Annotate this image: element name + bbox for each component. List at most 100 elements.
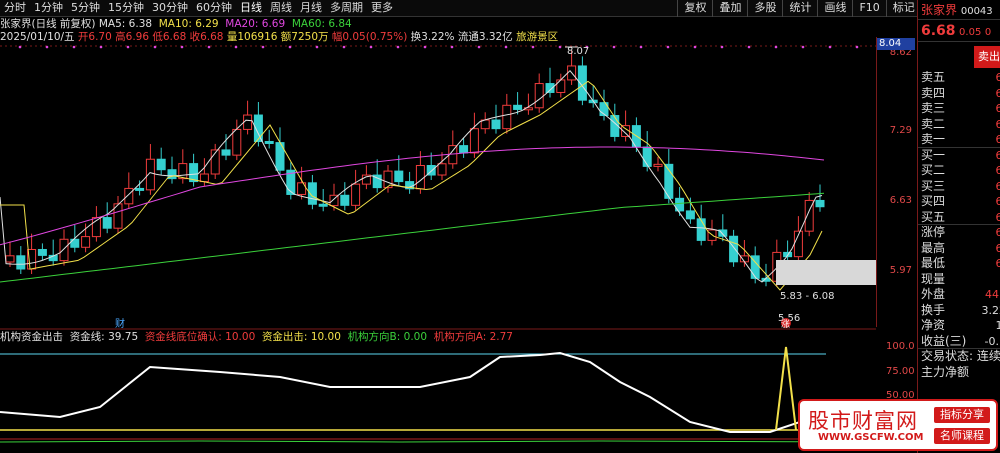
period-tab[interactable]: 60分钟 xyxy=(192,0,236,16)
period-tab[interactable]: 更多 xyxy=(367,0,397,16)
quote-row-label: 主力净额 xyxy=(921,364,970,379)
candle-body[interactable] xyxy=(124,187,134,205)
event-dot xyxy=(720,45,724,49)
event-dot xyxy=(801,45,805,49)
candle-body[interactable] xyxy=(243,114,253,130)
candle-body[interactable] xyxy=(513,104,523,110)
toolbar-button[interactable]: 叠加 xyxy=(712,0,747,17)
axis-label-4: 5.97 xyxy=(889,265,912,276)
candle-body[interactable] xyxy=(469,128,479,154)
quote-row-label: 交易状态: 连续 xyxy=(921,349,1000,363)
period-tab[interactable]: 多周期 xyxy=(326,0,367,16)
candle-body[interactable] xyxy=(340,194,350,206)
quote-row-value: 6. xyxy=(996,148,1000,164)
watermark-title: 股市财富网 xyxy=(808,409,918,433)
candle-body[interactable] xyxy=(729,235,739,263)
candle-body[interactable] xyxy=(394,170,404,183)
candle-body[interactable] xyxy=(815,199,825,208)
candle-body[interactable] xyxy=(534,83,544,109)
candle-body[interactable] xyxy=(59,238,69,262)
quote-row-label: 卖二 xyxy=(921,116,946,131)
period-toolbar: 分时 1分钟 5分钟 15分钟 30分钟 60分钟 日线 周线 月线 多周期 更多 复权 叠加 多股 统计… xyxy=(0,0,1000,17)
watermark-url: WWW.GSCFW.COM xyxy=(818,432,924,443)
period-tab[interactable]: 5分钟 xyxy=(67,0,104,16)
candle-body[interactable] xyxy=(351,183,361,206)
candle-body[interactable] xyxy=(199,173,209,183)
indicator-header: 机构资金出击 资金线: 39.75 资金线底位确认: 10.00 资金出击: 1… xyxy=(0,330,876,345)
candle-body[interactable] xyxy=(415,165,425,190)
candle-body[interactable] xyxy=(232,128,242,156)
candle-body[interactable] xyxy=(502,104,512,130)
ma60-value: MA60: 6.84 xyxy=(291,18,352,30)
candle-body[interactable] xyxy=(264,140,274,144)
candle-body[interactable] xyxy=(221,149,231,156)
event-dot xyxy=(639,45,643,49)
fund-line xyxy=(0,351,827,433)
event-dot xyxy=(558,45,562,49)
candle-body[interactable] xyxy=(459,145,469,154)
candle-body[interactable] xyxy=(102,217,112,229)
indicator-line4: 机构方向B: 0.00 xyxy=(347,331,428,343)
toolbar-button[interactable]: 复权 xyxy=(677,0,712,17)
candle-body[interactable] xyxy=(556,79,566,93)
ma5-line xyxy=(0,69,823,283)
quote-row-value: 6. xyxy=(996,70,1000,86)
period-tab[interactable]: 分时 xyxy=(0,0,30,16)
candle-body[interactable] xyxy=(16,255,26,270)
toolbar-button[interactable]: 多股 xyxy=(747,0,782,17)
kline-chart[interactable]: 8.07 5.83 - 6.08 5.56 财 涨 xyxy=(0,37,876,453)
toolbar-button[interactable]: 画线 xyxy=(817,0,852,17)
period-tab[interactable]: 日线 xyxy=(236,0,266,16)
event-dots xyxy=(18,45,859,49)
watermark-tag-1: 指标分享 xyxy=(934,407,990,423)
period-tab[interactable]: 30分钟 xyxy=(148,0,192,16)
limit-tag: 涨 xyxy=(781,319,790,330)
ind-axis-100: 100.0 xyxy=(886,341,915,352)
ma10-value: MA10: 6.29 xyxy=(158,18,219,30)
quote-row-label: 买一 xyxy=(921,147,946,162)
candle-body[interactable] xyxy=(5,255,15,263)
indicator-line3: 资金出击: 10.00 xyxy=(261,331,341,343)
candle-body[interactable] xyxy=(653,163,663,167)
event-tag[interactable]: 财 xyxy=(115,317,125,330)
quote-row: 现量1 xyxy=(918,272,1000,288)
candle-body[interactable] xyxy=(37,248,47,256)
high-mark-label: 8.07 xyxy=(567,46,589,57)
toolbar-button[interactable]: 标记 xyxy=(885,0,921,17)
candle-body[interactable] xyxy=(135,187,145,191)
period-tab[interactable]: 月线 xyxy=(296,0,326,16)
quote-row: 外盘 441 xyxy=(918,287,1000,303)
quote-row: 最低 6. xyxy=(918,256,1000,272)
sell-button[interactable]: 卖出 xyxy=(974,46,1000,68)
toolbar-button[interactable]: F10 xyxy=(852,0,885,17)
quote-row-value: 441 xyxy=(985,288,1000,301)
axis-label-2: 7.29 xyxy=(889,125,912,136)
event-dot xyxy=(99,45,103,49)
toolbar-button[interactable]: 统计 xyxy=(782,0,817,17)
quote-rows: 卖五 6. 卖四 6. 卖三 6. 卖二 6. 卖一 6. 买一 6. 买二 6. 买三 6. 买四 6. 买五 6.… xyxy=(918,70,1000,380)
quote-row: 主力净额 xyxy=(918,365,1000,381)
candle-body[interactable] xyxy=(178,163,188,180)
period-tab[interactable]: 15分钟 xyxy=(104,0,148,16)
candle-body[interactable] xyxy=(685,210,695,220)
quote-row-value: 6. xyxy=(996,179,1000,195)
event-dot xyxy=(207,45,211,49)
period-tab[interactable]: 周线 xyxy=(266,0,296,16)
quote-row-label: 卖一 xyxy=(921,132,946,146)
quote-row: 买三 6. xyxy=(918,179,1000,195)
quote-row-label: 净资 xyxy=(921,318,946,332)
range-mark-label: 5.83 - 6.08 xyxy=(780,291,835,302)
site-watermark: 股市财富网 WWW.GSCFW.COM 指标分享 名师课程 xyxy=(798,399,998,451)
period-tab[interactable]: 1分钟 xyxy=(30,0,67,16)
quote-row: 收益(三) -0.1 xyxy=(918,334,1000,349)
quote-row-label: 买四 xyxy=(921,194,946,208)
candle-body[interactable] xyxy=(491,119,501,130)
candle-body[interactable] xyxy=(81,236,91,248)
candle-body[interactable] xyxy=(437,163,447,176)
candle-body[interactable] xyxy=(156,158,166,171)
candle-body[interactable] xyxy=(318,203,328,207)
event-dot xyxy=(477,45,481,49)
quote-row-value: 6. xyxy=(996,86,1000,102)
candle-body[interactable] xyxy=(642,146,652,167)
candle-body[interactable] xyxy=(696,218,706,241)
